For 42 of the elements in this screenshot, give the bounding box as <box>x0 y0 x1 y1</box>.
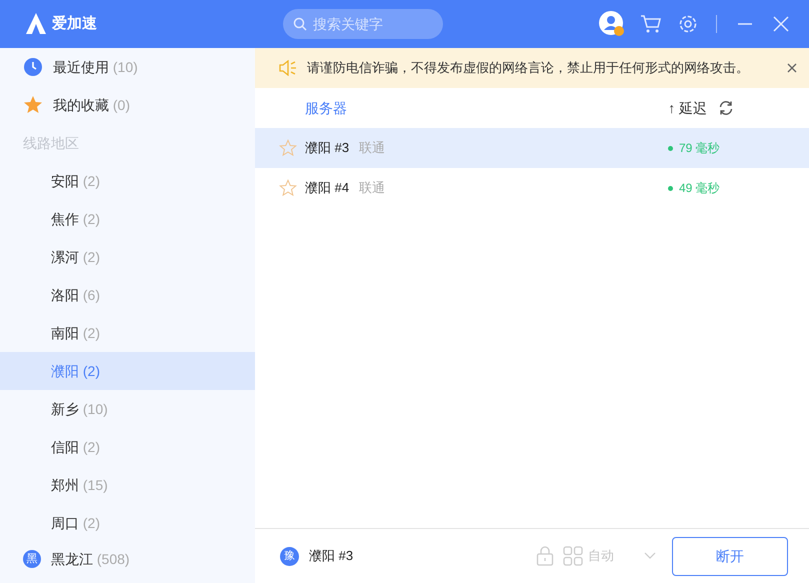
cart-icon[interactable] <box>640 14 662 34</box>
notice-text: 请谨防电信诈骗，不得发布虚假的网络言论，禁止用于任何形式的网络攻击。 <box>307 59 750 78</box>
latency-value: 79 毫秒 <box>679 140 721 157</box>
sidebar-item[interactable]: 南阳 (2) <box>0 314 255 352</box>
server-row[interactable]: 濮阳 #3 联通 79 毫秒 <box>255 128 809 168</box>
carrier-label: 联通 <box>359 179 386 198</box>
clock-icon <box>24 58 42 76</box>
province-badge: 黑 <box>23 550 41 568</box>
sidebar-item[interactable]: 安阳 (2) <box>0 162 255 200</box>
latency-value: 49 毫秒 <box>679 180 721 197</box>
star-icon <box>23 95 43 115</box>
sidebar-item[interactable]: 新乡 (10) <box>0 390 255 428</box>
sidebar-item[interactable]: 我的收藏 (0) <box>0 86 255 124</box>
speaker-icon <box>279 60 297 76</box>
column-header[interactable]: 服务器 <box>305 98 347 118</box>
chevron-down-icon[interactable] <box>644 552 656 560</box>
sidebar-item[interactable]: 郑州 (15) <box>0 466 255 504</box>
sidebar-item[interactable]: 黑 黑龙江 (508) <box>0 542 255 576</box>
settings-icon[interactable] <box>678 14 698 34</box>
grid-icon[interactable] <box>563 546 583 566</box>
star-icon[interactable] <box>279 179 297 197</box>
province-badge: 豫 <box>280 546 299 566</box>
sidebar-item[interactable]: 周口 (2) <box>0 504 255 542</box>
sidebar-item[interactable]: 焦作 (2) <box>0 200 255 238</box>
refresh-icon[interactable] <box>718 100 734 116</box>
current-server: 濮阳 #3 <box>309 547 354 566</box>
app-name: 爱加速 <box>52 14 97 34</box>
sidebar-item[interactable]: 最近使用 (10) <box>0 48 255 86</box>
search-icon <box>293 17 307 31</box>
server-name: 濮阳 #3 <box>305 139 350 158</box>
avatar-icon[interactable] <box>598 10 626 38</box>
sidebar-item[interactable]: 洛阳 (6) <box>0 276 255 314</box>
sidebar-item[interactable]: 漯河 (2) <box>0 238 255 276</box>
star-icon[interactable] <box>279 139 297 157</box>
carrier-label: 联通 <box>359 139 386 158</box>
sidebar-item[interactable]: 信阳 (2) <box>0 428 255 466</box>
disconnect-button[interactable]: 断开 <box>672 536 788 576</box>
lock-icon[interactable] <box>536 546 554 566</box>
close-icon[interactable] <box>787 63 797 73</box>
logo-icon <box>24 12 48 36</box>
server-name: 濮阳 #4 <box>305 179 350 198</box>
column-header[interactable]: ↑ 延迟 <box>668 98 707 118</box>
